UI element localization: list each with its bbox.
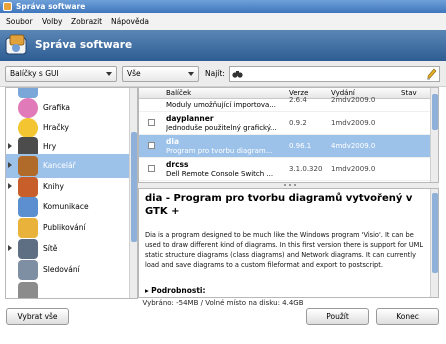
package-checkbox[interactable]	[148, 165, 155, 172]
package-description: Moduly umožňující importova...	[166, 101, 277, 109]
package-name: dia	[166, 137, 180, 146]
package-release: 1mdv2009.0	[331, 119, 376, 127]
package-group-select[interactable]: Balíčky s GUI	[5, 66, 117, 82]
window-title: Správa software	[16, 2, 86, 11]
scrollbar-thumb[interactable]	[432, 94, 438, 130]
package-version: 0.9.2	[289, 119, 307, 127]
app-header: Správa software	[0, 30, 446, 61]
publishing-icon	[18, 218, 38, 238]
package-checkbox[interactable]	[148, 119, 155, 126]
package-detail-description: Dia is a program designed to be much lik…	[145, 231, 424, 269]
category-icon	[18, 282, 38, 298]
software-manager-icon	[5, 34, 27, 55]
binoculars-icon	[232, 71, 243, 78]
expander-icon[interactable]	[8, 183, 12, 189]
search-input[interactable]	[229, 66, 440, 82]
package-row[interactable]: dayplanner Jednoduše použitelný grafický…	[139, 112, 431, 135]
category-scrollbar[interactable]	[129, 88, 137, 298]
package-name: dayplanner	[166, 114, 214, 123]
clear-search-icon[interactable]	[426, 68, 437, 80]
package-detail-title: dia - Program pro tvorbu diagramů vytvoř…	[145, 193, 413, 217]
splitter-grip	[284, 184, 286, 186]
window-titlebar: Správa software	[0, 0, 446, 13]
package-row-selected[interactable]: dia Program pro tvorbu diagram... 0.96.1…	[139, 135, 431, 158]
office-icon	[18, 156, 38, 176]
menu-zobrazit[interactable]: Zobrazit	[71, 16, 102, 27]
expander-icon[interactable]	[8, 143, 12, 149]
category-label: Kancelář	[43, 161, 76, 170]
package-version: 0.96.1	[289, 142, 312, 150]
package-state-select[interactable]: Vše	[122, 66, 199, 82]
category-item[interactable]	[6, 280, 130, 298]
category-label: Hračky	[43, 123, 69, 132]
category-item-sledovani[interactable]: Sledování	[6, 258, 130, 282]
package-row[interactable]: Moduly umožňující importova... 2.6.4 2md…	[139, 89, 431, 112]
splitter-grip	[294, 184, 296, 186]
package-description: Program pro tvorbu diagram...	[166, 147, 273, 155]
filter-toolbar: Balíčky s GUI Vše Najít:	[0, 61, 446, 87]
package-description: Jednoduše použitelný grafický...	[166, 124, 277, 132]
package-checkbox[interactable]	[148, 142, 155, 149]
chevron-down-icon	[106, 72, 112, 76]
scrollbar-thumb[interactable]	[131, 132, 137, 242]
package-release: 2mdv2009.0	[331, 96, 376, 104]
menu-soubor[interactable]: Soubor	[6, 16, 33, 27]
communication-icon	[18, 197, 38, 217]
category-label: Komunikace	[43, 202, 89, 211]
package-name: drcss	[166, 160, 189, 169]
monitoring-icon	[18, 260, 38, 280]
find-label: Najít:	[205, 69, 225, 78]
package-release: 4mdv2009.0	[331, 142, 376, 150]
splitter-grip	[289, 184, 291, 186]
category-label: Knihy	[43, 182, 64, 191]
menu-bar: Soubor Volby Zobrazit Nápověda	[0, 13, 446, 30]
category-label: Sledování	[43, 265, 80, 274]
expander-icon[interactable]	[8, 245, 12, 251]
details-scrollbar[interactable]	[430, 189, 438, 297]
scrollbar-thumb[interactable]	[432, 193, 438, 273]
package-details: dia - Program pro tvorbu diagramů vytvoř…	[138, 188, 439, 298]
package-row[interactable]: drcss Dell Remote Console Switch ... 3.1…	[139, 158, 431, 181]
category-label: Publikování	[43, 223, 86, 232]
package-list: Balíček Verze Vydání Stav Moduly umožňuj…	[138, 87, 439, 183]
package-version: 3.1.0.320	[289, 165, 323, 173]
package-group-value: Balíčky s GUI	[10, 69, 59, 78]
menu-volby[interactable]: Volby	[42, 16, 62, 27]
menu-napoveda[interactable]: Nápověda	[111, 16, 149, 27]
expander-icon[interactable]	[8, 162, 12, 168]
details-expander[interactable]: Podrobnosti:	[145, 286, 205, 296]
chevron-down-icon	[188, 72, 194, 76]
select-all-button[interactable]: Vybrat vše	[6, 308, 69, 325]
package-description: Dell Remote Console Switch ...	[166, 170, 274, 178]
app-icon	[3, 2, 12, 11]
network-icon	[18, 239, 38, 259]
category-tree: Grafika Hračky Hry Kancelář Knihy Komuni…	[5, 87, 138, 299]
apply-button[interactable]: Použít	[306, 308, 369, 325]
page-title: Správa software	[35, 39, 133, 51]
category-label: Grafika	[43, 103, 71, 112]
package-scrollbar[interactable]	[430, 88, 438, 182]
category-label: Hry	[43, 142, 57, 151]
book-icon	[18, 177, 38, 197]
package-version: 2.6.4	[289, 96, 307, 104]
quit-button[interactable]: Konec	[376, 308, 439, 325]
graphics-icon	[18, 98, 38, 118]
package-state-value: Vše	[127, 69, 141, 78]
category-label: Sítě	[43, 244, 58, 253]
package-release: 1mdv2009.0	[331, 165, 376, 173]
